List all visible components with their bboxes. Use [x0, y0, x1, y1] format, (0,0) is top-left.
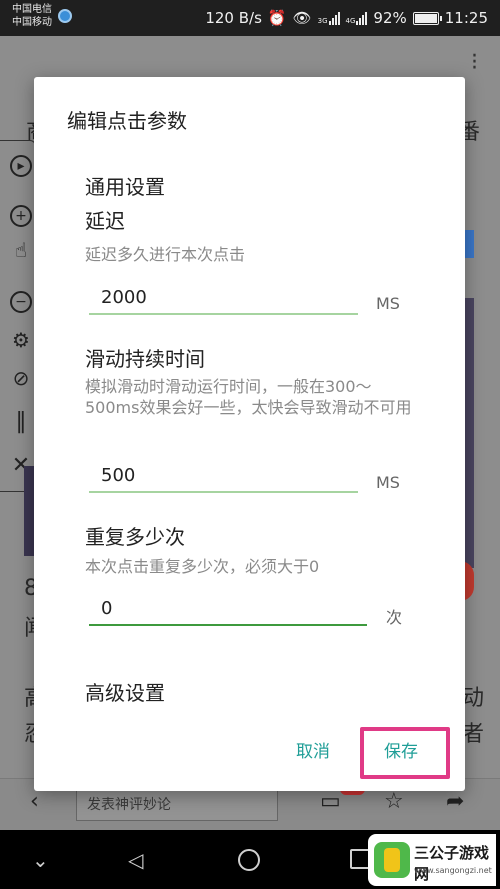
delay-description: 延迟多久进行本次点击	[85, 245, 246, 264]
chevron-down-icon[interactable]: ⌄	[32, 848, 49, 872]
swipe-duration-label: 滑动持续时间	[85, 347, 205, 371]
status-indicators: 120 B/s ⏰ 👁 3G 4G 92% 11:25	[205, 7, 488, 29]
clock: 11:25	[444, 9, 488, 27]
delay-input[interactable]	[89, 281, 358, 315]
general-settings-header: 通用设置	[85, 175, 165, 199]
delay-unit: MS	[376, 294, 400, 313]
cancel-button[interactable]: 取消	[296, 737, 330, 762]
watermark-title: 三公子游戏网	[414, 844, 490, 883]
star-icon[interactable]: ☆	[384, 789, 404, 814]
watermark-url: www.sangongzi.net	[414, 866, 492, 875]
swipe-duration-input[interactable]	[89, 459, 358, 493]
site-watermark: 三公子游戏网 www.sangongzi.net	[368, 834, 496, 886]
save-highlight-box	[360, 727, 450, 779]
pause-icon[interactable]: ‖	[10, 411, 32, 435]
dialog-title: 编辑点击参数	[67, 109, 187, 133]
gear-icon[interactable]: ⚙	[10, 330, 32, 353]
repeat-input[interactable]	[89, 592, 367, 626]
home-icon[interactable]	[238, 849, 260, 871]
status-bar: 中国电信 中国移动 120 B/s ⏰ 👁 3G 4G 92% 11:25	[0, 0, 500, 36]
battery-icon	[412, 11, 442, 25]
share-icon[interactable]: ➦	[446, 789, 464, 814]
bg-text: 动	[462, 686, 485, 711]
more-icon[interactable]: · · ·	[471, 46, 478, 80]
comment-input[interactable]: 发表神评妙论	[76, 789, 278, 821]
swipe-icon[interactable]: ☝	[10, 240, 32, 263]
carrier-1: 中国电信	[12, 4, 52, 15]
comment-icon[interactable]: ▭	[320, 789, 341, 814]
carrier-2: 中国移动	[12, 17, 52, 28]
carrier-info: 中国电信 中国移动	[12, 3, 52, 29]
back-triangle-icon[interactable]: ◁	[128, 848, 143, 872]
alarm-icon: ⏰	[267, 9, 287, 27]
floating-toolbar: ▸ + ☝ − ⚙ ⊘ ‖ ✕	[0, 140, 36, 492]
swipe-duration-description: 模拟滑动时滑动运行时间，一般在300～500ms效果会好一些，太快会导致滑动不可…	[85, 377, 412, 417]
signal-icon: 4G	[346, 11, 368, 25]
add-icon[interactable]: +	[10, 205, 32, 227]
hide-icon[interactable]: ⊘	[10, 368, 32, 391]
swipe-duration-unit: MS	[376, 473, 400, 492]
remove-icon[interactable]: −	[10, 291, 32, 313]
eye-icon: 👁	[292, 9, 312, 27]
battery-percent: 92%	[373, 9, 407, 27]
recents-icon[interactable]	[350, 849, 370, 869]
bg-text: 者	[462, 722, 485, 747]
delay-label: 延迟	[85, 209, 125, 233]
watermark-logo	[374, 842, 410, 878]
repeat-unit: 次	[386, 608, 403, 627]
play-icon[interactable]: ▸	[10, 155, 32, 177]
signal-type-1: 3G	[317, 17, 328, 25]
shield-icon	[58, 9, 72, 23]
repeat-label: 重复多少次	[85, 525, 185, 549]
edit-click-params-dialog: 编辑点击参数 通用设置 延迟 延迟多久进行本次点击 MS 滑动持续时间 模拟滑动…	[34, 77, 465, 791]
back-icon[interactable]: ‹	[30, 789, 39, 814]
net-speed: 120 B/s	[205, 9, 262, 27]
signal-icon: 3G	[318, 11, 340, 25]
signal-type-2: 4G	[345, 17, 356, 25]
advanced-settings-header[interactable]: 高级设置	[85, 677, 165, 706]
repeat-description: 本次点击重复多少次，必须大于0	[85, 557, 320, 576]
